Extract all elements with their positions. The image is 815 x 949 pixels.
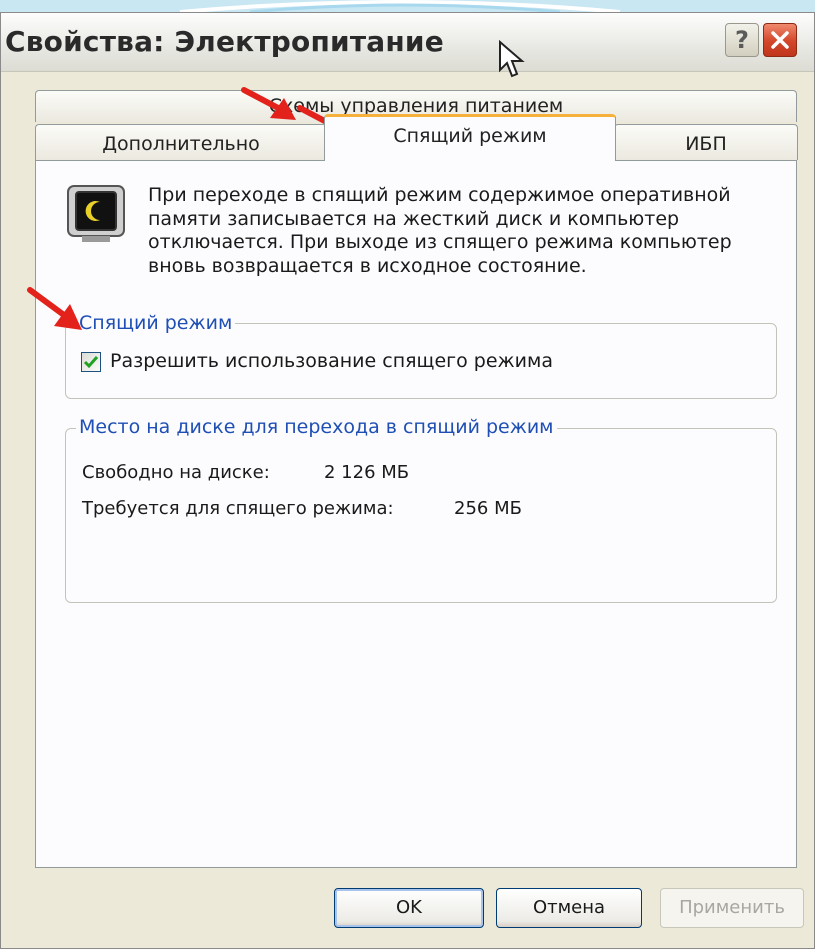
- mouse-cursor-icon: [499, 40, 525, 78]
- annotation-arrow-schemes: [241, 87, 296, 120]
- help-button[interactable]: ?: [725, 23, 759, 57]
- annotation-arrow-hibernate: [27, 287, 82, 330]
- title-bar[interactable]: Свойства: Электропитание ?: [1, 13, 814, 72]
- tab-ups[interactable]: ИБП: [614, 124, 798, 160]
- checkmark-icon: [83, 356, 99, 369]
- window-title: Свойства: Электропитание: [5, 25, 444, 58]
- close-icon: [771, 31, 789, 49]
- free-space-value: 2 126 МБ: [324, 462, 410, 483]
- required-space-value: 256 МБ: [454, 498, 522, 519]
- apply-button[interactable]: Применить: [660, 888, 804, 928]
- disk-space-group-title: Место на диске для перехода в спящий реж…: [76, 416, 557, 438]
- enable-hibernate-label[interactable]: Разрешить использование спящего режима: [110, 350, 553, 372]
- tab-advanced[interactable]: Дополнительно: [35, 124, 327, 160]
- enable-hibernate-checkbox[interactable]: [81, 352, 101, 372]
- close-button[interactable]: [763, 23, 797, 57]
- monitor-sleep-icon: [67, 185, 125, 242]
- free-space-label: Свободно на диске:: [82, 462, 270, 483]
- tab-hibernate[interactable]: Спящий режим: [324, 114, 616, 161]
- hibernate-description: При переходе в спящий режим содержимое о…: [148, 184, 732, 277]
- ok-button[interactable]: OK: [334, 888, 484, 928]
- cancel-button[interactable]: Отмена: [496, 888, 642, 928]
- hibernate-group-title: Спящий режим: [76, 312, 236, 334]
- required-space-label: Требуется для спящего режима:: [82, 498, 394, 519]
